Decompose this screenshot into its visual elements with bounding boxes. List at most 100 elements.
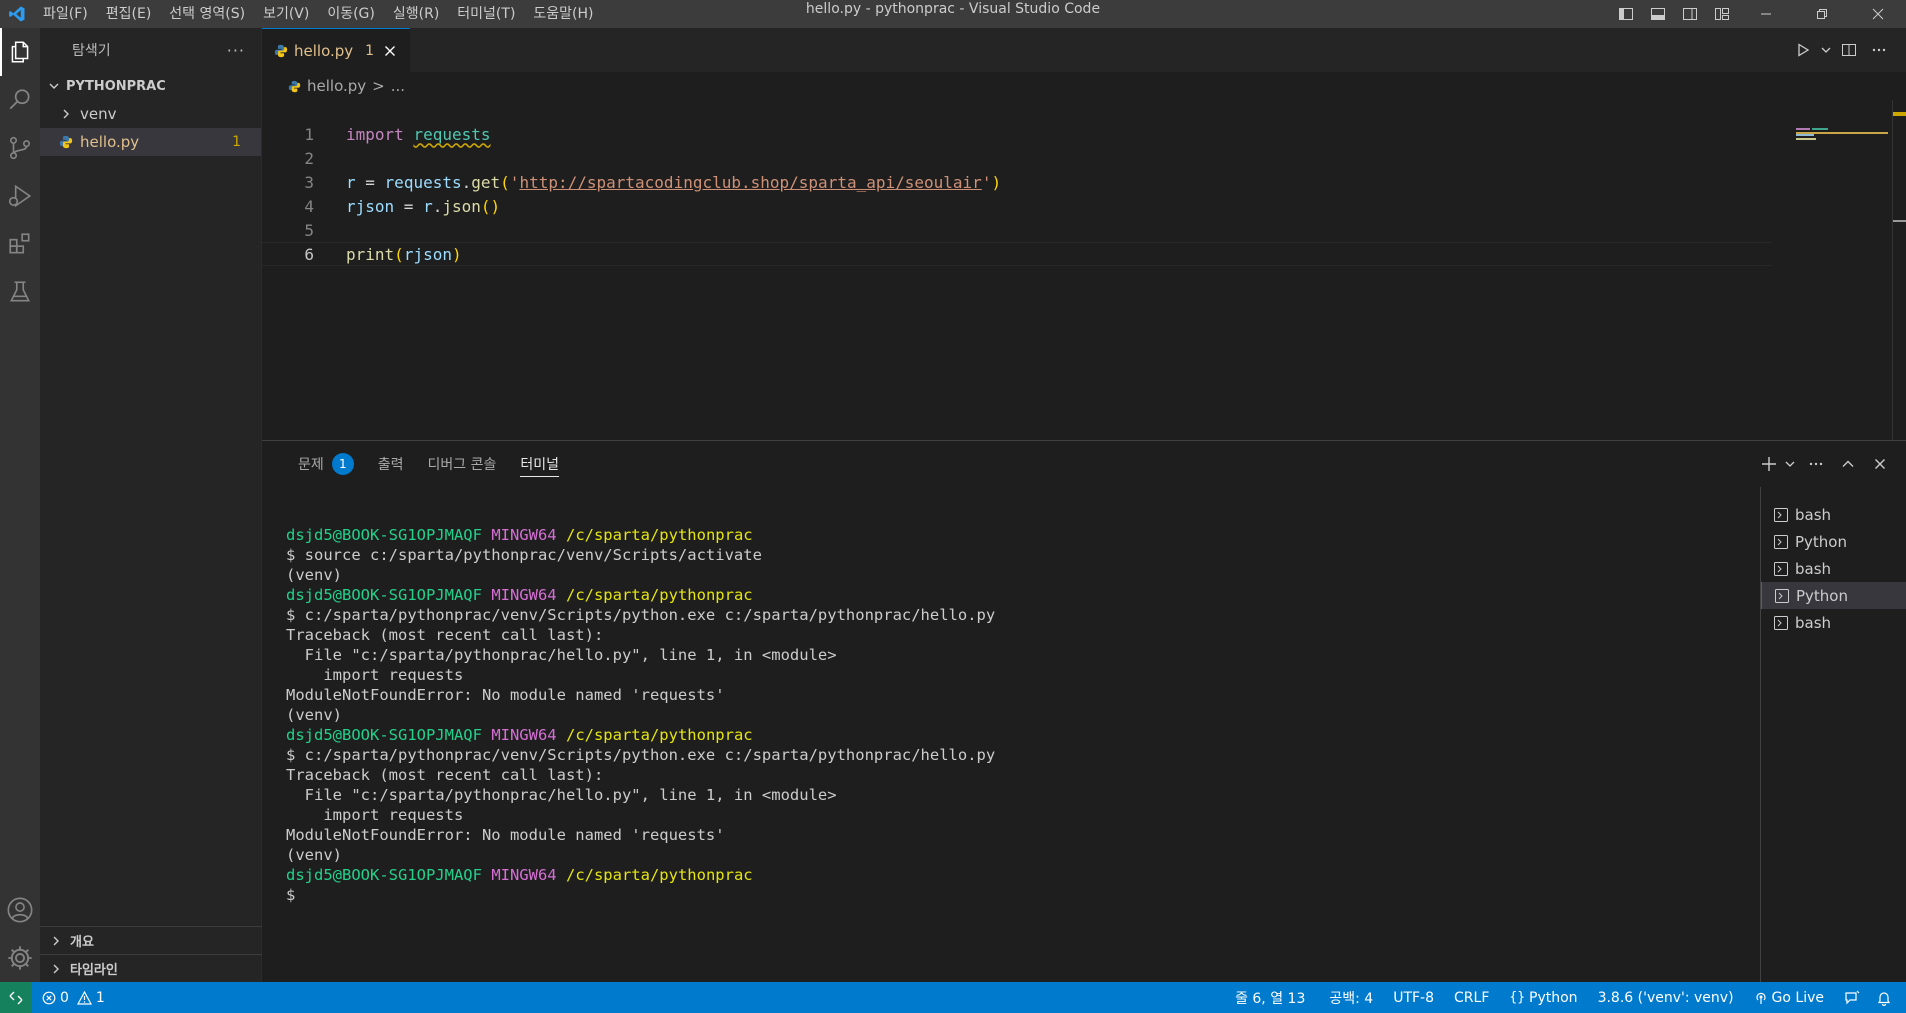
- indentation[interactable]: 공백: 4: [1321, 988, 1381, 1008]
- terminal-line: $ source c:/sparta/pythonprac/venv/Scrip…: [286, 546, 762, 564]
- terminal-line: $ c:/sparta/pythonprac/venv/Scripts/pyth…: [286, 606, 996, 624]
- accounts-icon[interactable]: [0, 886, 40, 934]
- tab-problems[interactable]: 문제 1: [286, 441, 366, 487]
- tree-item-venv[interactable]: venv: [40, 100, 261, 128]
- terminal-prompt-line: dsjd5@BOOK-SG1OPJMAQF MINGW64 /c/sparta/…: [286, 526, 753, 544]
- terminal-icon: [1773, 615, 1789, 631]
- new-terminal-plus-icon[interactable]: [1758, 449, 1780, 479]
- chevron-right-icon: [58, 106, 74, 122]
- menu-selection[interactable]: 선택 영역(S): [160, 0, 254, 28]
- timeline-section[interactable]: 타임라인: [40, 954, 262, 982]
- run-python-file-icon[interactable]: [1788, 35, 1818, 65]
- close-window-icon[interactable]: [1850, 0, 1906, 28]
- tab-output-label: 출력: [377, 457, 404, 473]
- menu-file[interactable]: 파일(F): [34, 0, 97, 28]
- tab-debug-console-label: 디버그 콘솔: [427, 457, 497, 473]
- search-icon[interactable]: [0, 76, 40, 124]
- manage-gear-icon[interactable]: [0, 934, 40, 982]
- python-file-icon: [58, 134, 74, 150]
- explorer-icon[interactable]: [0, 28, 40, 76]
- tab-problem-badge: 1: [365, 42, 375, 59]
- line-number: 3: [304, 172, 314, 192]
- menu-go[interactable]: 이동(G): [318, 0, 384, 28]
- terminal-instance-bash[interactable]: bash: [1761, 501, 1906, 528]
- editor-scrollbar[interactable]: [1892, 100, 1906, 440]
- explorer-more-actions-icon[interactable]: ···: [227, 41, 245, 60]
- code-line: 5: [262, 218, 1762, 242]
- workspace-folder[interactable]: PYTHONPRAC: [40, 72, 261, 100]
- status-bar-right: 줄 6, 열 13 공백: 4 UTF-8 CRLF {} Python 3.8…: [1227, 982, 1900, 1013]
- encoding[interactable]: UTF-8: [1385, 990, 1442, 1006]
- cursor-position[interactable]: 줄 6, 열 13: [1227, 988, 1313, 1008]
- broadcast-icon: [1754, 991, 1768, 1005]
- outline-section[interactable]: 개요: [40, 926, 262, 954]
- braces-icon: {}: [1509, 990, 1526, 1005]
- tab-output[interactable]: 출력: [366, 441, 416, 487]
- terminal-instance-python-active[interactable]: Python: [1761, 582, 1906, 609]
- menu-edit[interactable]: 편집(E): [97, 0, 161, 28]
- problems-status[interactable]: 0 1: [32, 990, 113, 1006]
- chevron-down-icon: [46, 78, 62, 94]
- notifications-bell-icon[interactable]: [1868, 990, 1900, 1006]
- restore-icon[interactable]: [1794, 0, 1850, 28]
- feedback-icon[interactable]: [1836, 990, 1868, 1006]
- terminal-line: Traceback (most recent call last):: [286, 766, 604, 784]
- minimize-icon[interactable]: [1738, 0, 1794, 28]
- maximize-panel-chevron-up-icon[interactable]: [1832, 449, 1864, 479]
- run-debug-icon[interactable]: [0, 172, 40, 220]
- close-panel-icon[interactable]: [1864, 449, 1896, 479]
- toggle-panel-icon[interactable]: [1642, 0, 1674, 28]
- python-interpreter[interactable]: 3.8.6 ('venv': venv): [1590, 990, 1742, 1006]
- terminal-instance-python[interactable]: Python: [1761, 528, 1906, 555]
- terminal-line: File "c:/sparta/pythonprac/hello.py", li…: [286, 646, 837, 664]
- line-number: 1: [304, 124, 314, 144]
- more-actions-icon[interactable]: [1864, 35, 1894, 65]
- source-control-icon[interactable]: [0, 124, 40, 172]
- close-tab-icon[interactable]: [384, 45, 396, 57]
- tab-debug-console[interactable]: 디버그 콘솔: [416, 441, 509, 487]
- toggle-primary-sidebar-icon[interactable]: [1610, 0, 1642, 28]
- tab-terminal[interactable]: 터미널: [508, 441, 571, 487]
- terminal-output[interactable]: dsjd5@BOOK-SG1OPJMAQF MINGW64 /c/sparta/…: [286, 525, 995, 905]
- breadcrumb-file[interactable]: hello.py: [307, 77, 366, 95]
- code-line: 1 import requests: [262, 122, 1762, 146]
- line-number: 4: [304, 196, 314, 216]
- terminal-input-line[interactable]: $: [286, 885, 995, 905]
- menu-help[interactable]: 도움말(H): [524, 0, 602, 28]
- customize-layout-icon[interactable]: [1706, 0, 1738, 28]
- go-live-label: Go Live: [1771, 989, 1824, 1006]
- menu-run[interactable]: 실행(R): [384, 0, 448, 28]
- end-of-line[interactable]: CRLF: [1446, 990, 1497, 1006]
- menu-view[interactable]: 보기(V): [254, 0, 318, 28]
- terminal-instance-bash[interactable]: bash: [1761, 555, 1906, 582]
- tree-item-hello-py[interactable]: hello.py 1: [40, 128, 261, 156]
- language-label: Python: [1529, 989, 1578, 1006]
- extensions-icon[interactable]: [0, 220, 40, 268]
- minimap[interactable]: [1788, 100, 1906, 440]
- vscode-logo-icon: [0, 0, 34, 28]
- remote-indicator-icon[interactable]: [0, 982, 32, 1013]
- terminal-line: (venv): [286, 846, 342, 864]
- code-text: import requests: [346, 124, 491, 144]
- tab-hello-py[interactable]: hello.py 1: [262, 28, 410, 72]
- tree-item-label: venv: [80, 105, 117, 123]
- tab-label: hello.py: [294, 41, 354, 60]
- warning-icon: [76, 990, 92, 1005]
- terminal-line: import requests: [286, 666, 464, 684]
- code-editor[interactable]: 1 import requests 2 3 r = requests.get('…: [262, 122, 1772, 266]
- terminal-profile-chevron-icon[interactable]: [1780, 449, 1800, 479]
- language-mode[interactable]: {} Python: [1501, 990, 1585, 1006]
- split-editor-icon[interactable]: [1834, 35, 1864, 65]
- breadcrumb-symbols[interactable]: ...: [391, 77, 405, 95]
- toggle-secondary-sidebar-icon[interactable]: [1674, 0, 1706, 28]
- terminal-icon: [1773, 507, 1789, 523]
- panel-more-icon[interactable]: [1800, 449, 1832, 479]
- run-dropdown-chevron-icon[interactable]: [1818, 35, 1834, 65]
- testing-icon[interactable]: [0, 268, 40, 316]
- code-line-current: 6 print(rjson): [262, 242, 1772, 266]
- terminal-instance-bash[interactable]: bash: [1761, 609, 1906, 636]
- go-live-button[interactable]: Go Live: [1746, 990, 1832, 1006]
- terminal-line: (venv): [286, 706, 342, 724]
- menu-terminal[interactable]: 터미널(T): [448, 0, 524, 28]
- terminal-line: (venv): [286, 566, 342, 584]
